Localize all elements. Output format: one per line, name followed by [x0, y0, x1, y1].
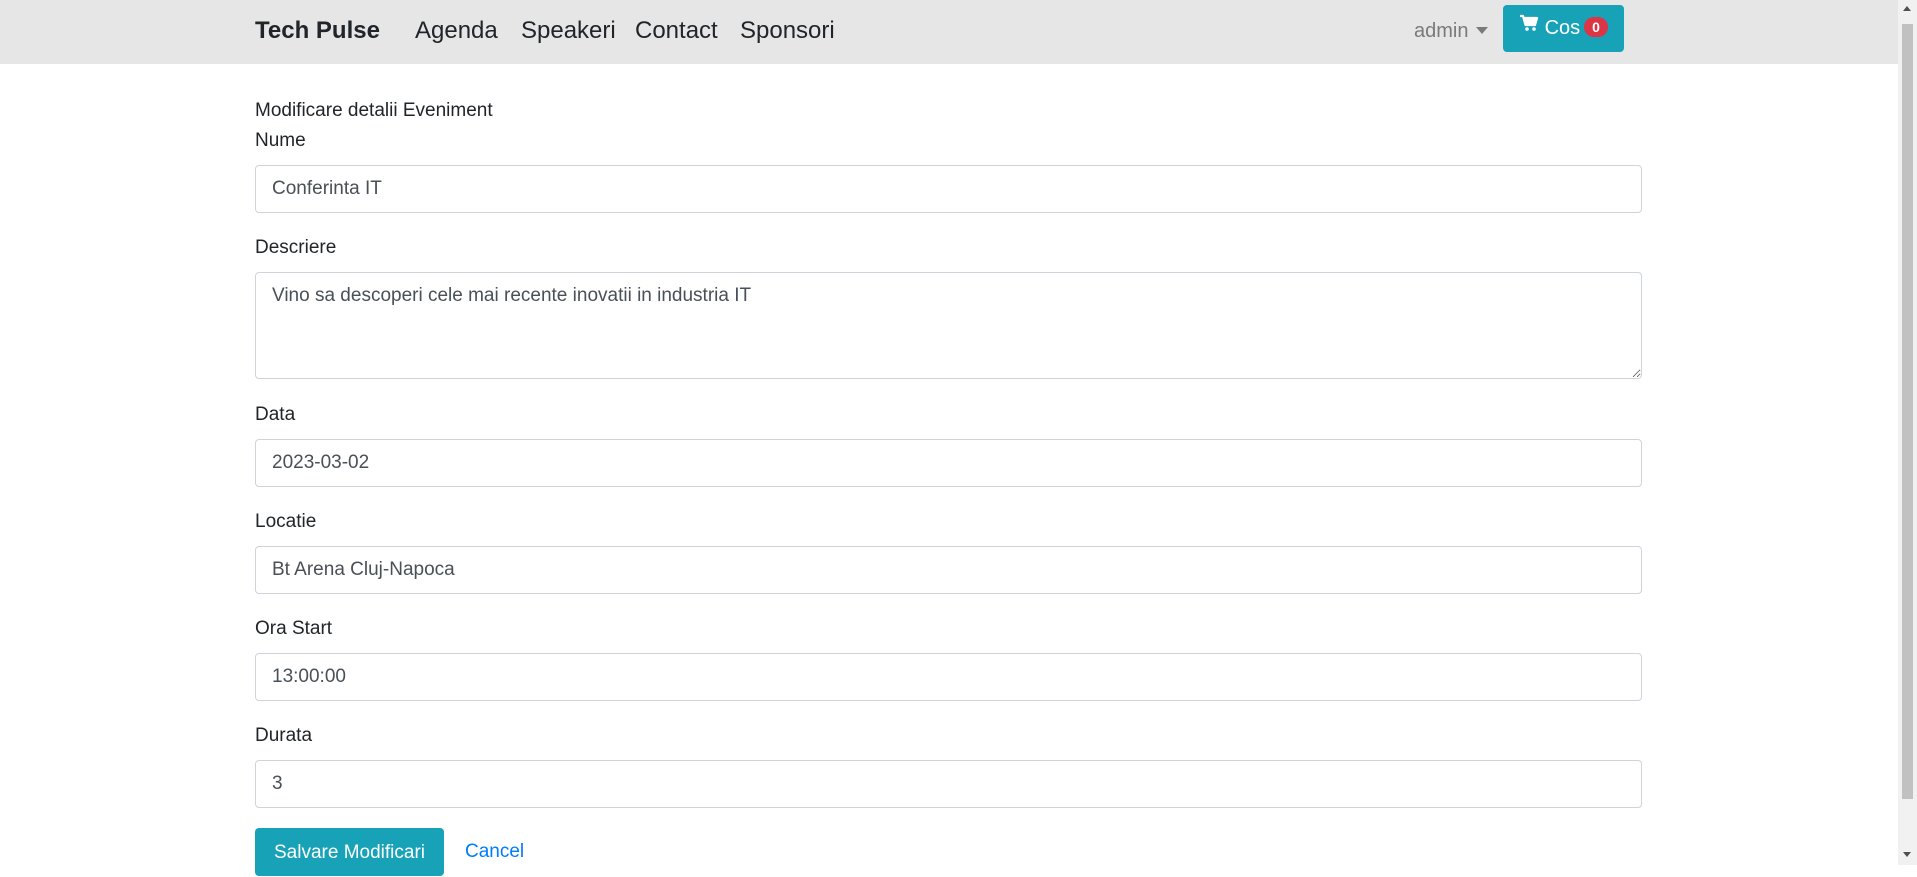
nume-input[interactable] — [255, 165, 1642, 213]
data-input[interactable] — [255, 439, 1642, 487]
user-dropdown[interactable]: admin — [1414, 17, 1489, 45]
top-navbar: Tech Pulse Agenda Speakeri Contact Spons… — [0, 0, 1898, 64]
vertical-scrollbar[interactable] — [1898, 0, 1917, 865]
durata-label: Durata — [255, 725, 313, 746]
shopping-cart-icon — [1519, 3, 1539, 50]
locatie-label: Locatie — [255, 511, 317, 532]
durata-input[interactable] — [255, 760, 1642, 808]
form-title: Modificare detalii Eveniment — [255, 100, 493, 121]
data-label: Data — [255, 404, 296, 425]
nav-link-contact[interactable]: Contact — [635, 15, 718, 47]
brand-logo[interactable]: Tech Pulse — [255, 15, 380, 47]
scroll-down-arrow-icon[interactable] — [1903, 852, 1911, 857]
nav-link-speakeri[interactable]: Speakeri — [521, 15, 616, 47]
locatie-input[interactable] — [255, 546, 1642, 594]
nume-label: Nume — [255, 130, 306, 151]
caret-down-icon — [1476, 26, 1489, 34]
ora-start-input[interactable] — [255, 653, 1642, 701]
save-changes-button[interactable]: Salvare Modificari — [255, 828, 444, 876]
descriere-label: Descriere — [255, 237, 337, 258]
scroll-up-arrow-icon[interactable] — [1903, 6, 1911, 11]
cart-button[interactable]: Cos 0 — [1503, 5, 1624, 52]
descriere-textarea[interactable]: Vino sa descoperi cele mai recente inova… — [255, 272, 1642, 379]
cart-label: Cos — [1544, 17, 1581, 39]
cancel-link[interactable]: Cancel — [465, 840, 524, 864]
ora-start-label: Ora Start — [255, 618, 333, 639]
nav-link-agenda[interactable]: Agenda — [415, 15, 498, 47]
nav-link-sponsori[interactable]: Sponsori — [740, 15, 835, 47]
scrollbar-thumb[interactable] — [1902, 24, 1913, 799]
user-name: admin — [1414, 20, 1469, 42]
cart-count-badge: 0 — [1584, 17, 1608, 38]
